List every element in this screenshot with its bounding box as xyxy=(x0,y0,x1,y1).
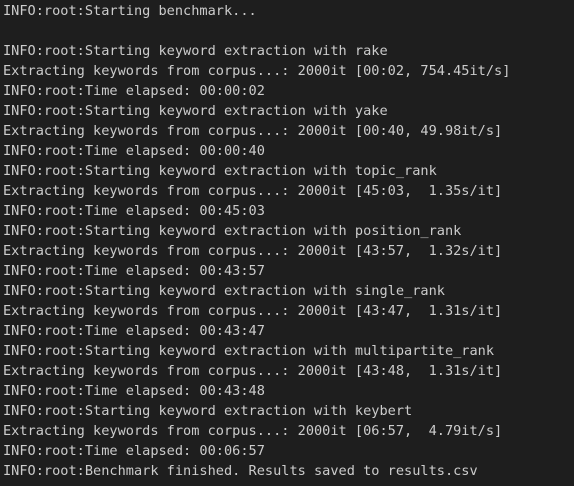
terminal-line-info: INFO:root:Starting keyword extraction wi… xyxy=(3,283,445,299)
terminal-line-info: INFO:root:Starting keyword extraction wi… xyxy=(3,163,437,179)
terminal-line-elapsed: INFO:root:Time elapsed: 00:00:02 xyxy=(3,83,265,99)
terminal-line-info: INFO:root:Starting keyword extraction wi… xyxy=(3,103,388,119)
terminal-line-info: INFO:root:Starting keyword extraction wi… xyxy=(3,223,462,239)
terminal-line-start: INFO:root:Starting benchmark... xyxy=(3,3,257,19)
terminal-line-progress: Extracting keywords from corpus...: 2000… xyxy=(3,183,503,199)
terminal-line-elapsed: INFO:root:Time elapsed: 00:06:57 xyxy=(3,443,265,459)
terminal-line-info: INFO:root:Starting keyword extraction wi… xyxy=(3,403,413,419)
terminal-line-elapsed: INFO:root:Time elapsed: 00:45:03 xyxy=(3,203,265,219)
terminal-line-progress: Extracting keywords from corpus...: 2000… xyxy=(3,363,503,379)
terminal-line-progress: Extracting keywords from corpus...: 2000… xyxy=(3,423,503,439)
terminal-line-elapsed: INFO:root:Time elapsed: 00:43:57 xyxy=(3,263,265,279)
terminal-line-finished: INFO:root:Benchmark finished. Results sa… xyxy=(3,463,478,479)
terminal-output: INFO:root:Starting benchmark... INFO:roo… xyxy=(0,0,574,486)
terminal-line-elapsed: INFO:root:Time elapsed: 00:43:47 xyxy=(3,323,265,339)
terminal-line-elapsed: INFO:root:Time elapsed: 00:43:48 xyxy=(3,383,265,399)
terminal-line-progress: Extracting keywords from corpus...: 2000… xyxy=(3,243,503,259)
terminal-line-info: INFO:root:Starting keyword extraction wi… xyxy=(3,343,495,359)
terminal-line-progress: Extracting keywords from corpus...: 2000… xyxy=(3,63,511,79)
terminal-line-info: INFO:root:Starting keyword extraction wi… xyxy=(3,43,388,59)
terminal-line-elapsed: INFO:root:Time elapsed: 00:00:40 xyxy=(3,143,265,159)
terminal-line-progress: Extracting keywords from corpus...: 2000… xyxy=(3,303,503,319)
terminal-line-progress: Extracting keywords from corpus...: 2000… xyxy=(3,123,503,139)
